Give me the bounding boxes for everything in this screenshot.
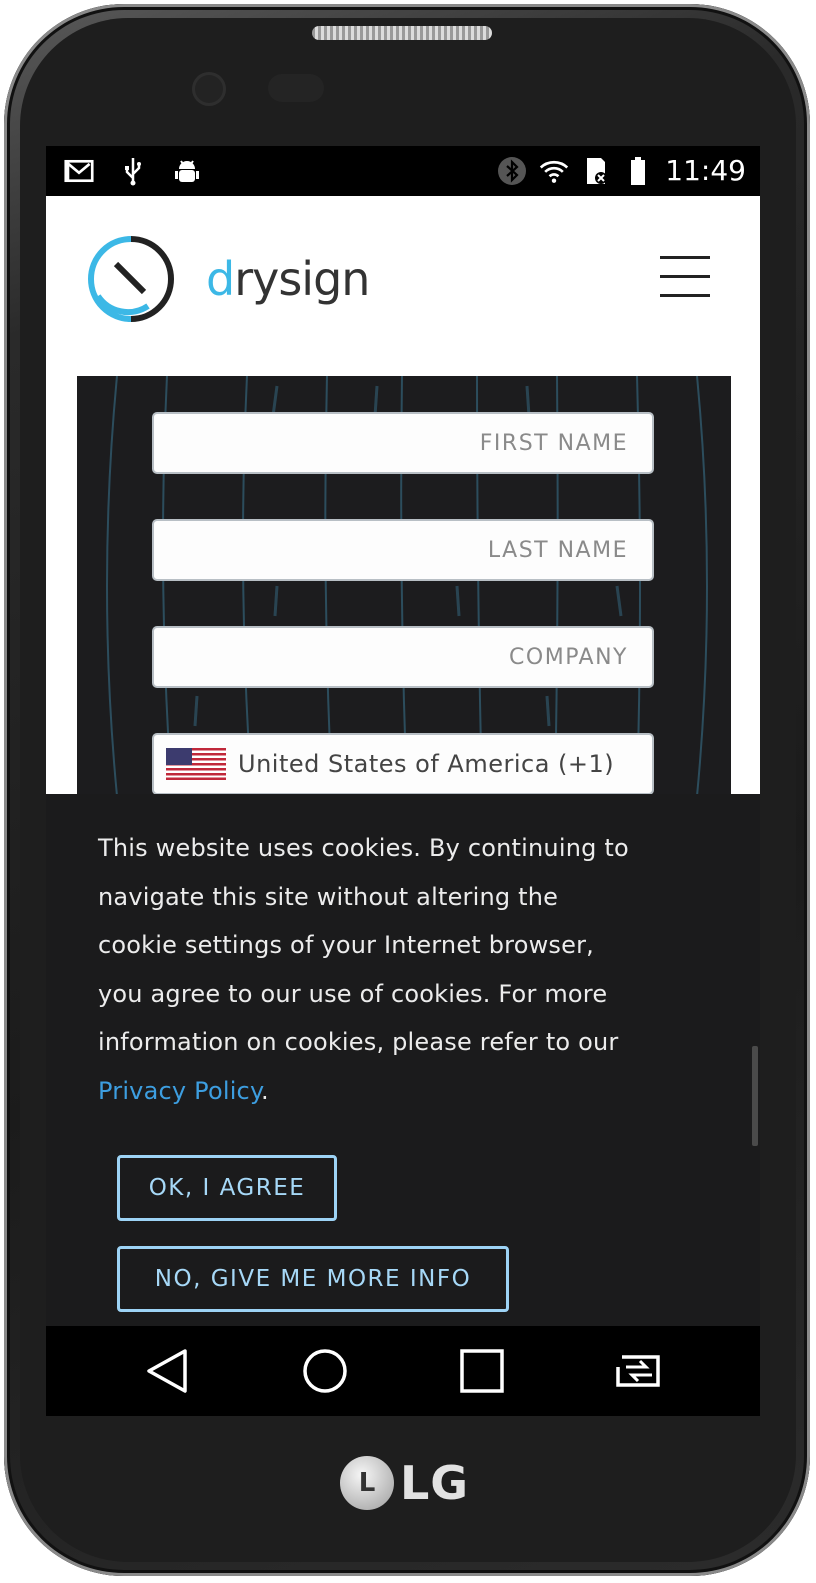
country-value: United States of America (+1)	[238, 750, 615, 778]
country-select[interactable]: United States of America (+1)	[152, 733, 654, 795]
back-icon[interactable]	[140, 1344, 194, 1398]
site-header: drysign	[46, 196, 760, 376]
earpiece-speaker	[312, 26, 492, 40]
status-bar: 11:49	[46, 146, 760, 196]
home-icon[interactable]	[298, 1344, 352, 1398]
scrollbar[interactable]	[752, 1046, 758, 1146]
lg-wordmark: LG	[400, 1456, 470, 1510]
cookie-message: This website uses cookies. By continuing…	[98, 834, 629, 1105]
company-field[interactable]: COMPANY	[152, 626, 654, 688]
battery-icon	[623, 156, 653, 186]
status-clock: 11:49	[665, 154, 746, 187]
hamburger-icon[interactable]	[660, 256, 710, 300]
android-nav-bar	[46, 1326, 760, 1416]
cookie-banner: This website uses cookies. By continuing…	[46, 794, 760, 1328]
brand-name: drysign	[206, 252, 370, 306]
wifi-icon	[539, 156, 569, 186]
more-info-button[interactable]: NO, GIVE ME MORE INFO	[117, 1246, 509, 1312]
android-debug-icon	[172, 156, 202, 186]
us-flag-icon	[166, 748, 226, 780]
bluetooth-icon	[497, 156, 527, 186]
screen: 11:49 drysign FIRST NAME LAST NAME COMPA…	[46, 146, 760, 1416]
gmail-icon	[64, 156, 94, 186]
usb-icon	[118, 156, 148, 186]
privacy-policy-link[interactable]: Privacy Policy	[98, 1077, 261, 1105]
signup-form: FIRST NAME LAST NAME COMPANY United Stat…	[77, 376, 731, 796]
agree-button[interactable]: OK, I AGREE	[117, 1155, 337, 1221]
front-camera	[192, 72, 226, 106]
proximity-sensor	[268, 74, 324, 102]
lg-logo: L LG	[340, 1452, 469, 1514]
recents-icon[interactable]	[455, 1344, 509, 1398]
first-name-field[interactable]: FIRST NAME	[152, 412, 654, 474]
lg-emblem-icon: L	[340, 1456, 394, 1510]
switch-app-icon[interactable]	[612, 1344, 666, 1398]
drysign-logo-icon	[88, 236, 174, 322]
last-name-field[interactable]: LAST NAME	[152, 519, 654, 581]
sd-card-icon	[581, 156, 611, 186]
brand-logo[interactable]: drysign	[86, 234, 370, 324]
